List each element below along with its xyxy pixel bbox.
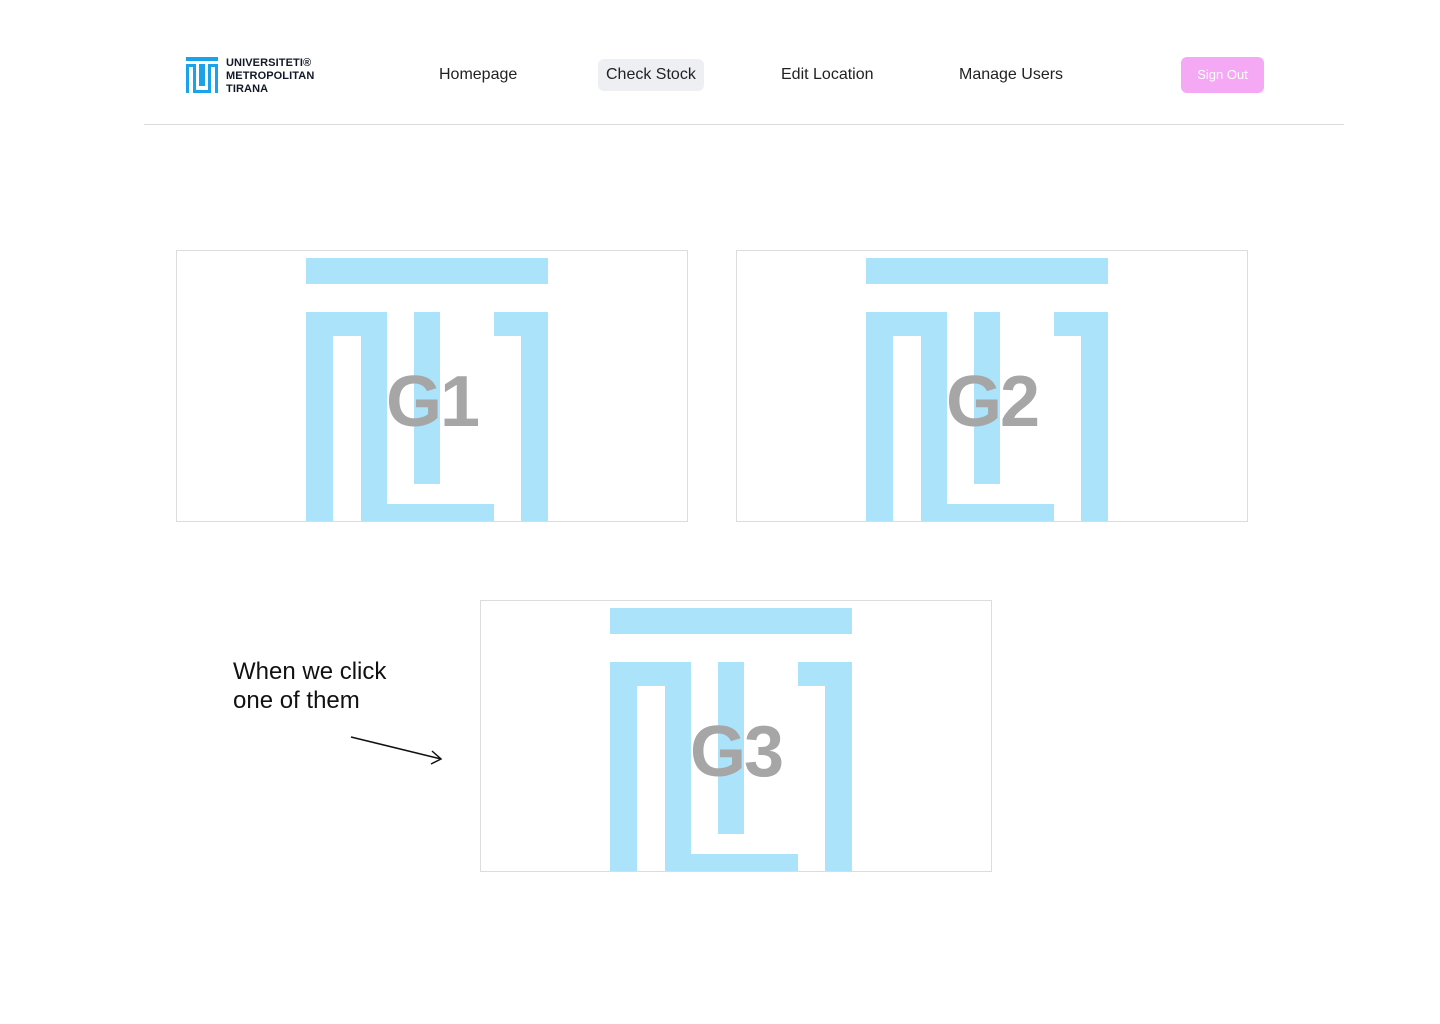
nav-check-stock[interactable]: Check Stock [598,59,704,91]
card-label: G2 [945,362,1040,442]
logo-line-3: TIRANA [226,83,269,95]
university-name: UNIVERSITETI® METROPOLITAN TIRANA [226,57,314,96]
umt-logo-icon [186,57,218,93]
arrow-right-icon [350,736,443,765]
nav-homepage[interactable]: Homepage [431,59,525,91]
card-label: G1 [385,362,480,442]
annotation-note: When we click one of them [233,657,433,715]
nav-manage-users[interactable]: Manage Users [951,59,1071,91]
nav-edit-location[interactable]: Edit Location [773,59,882,91]
annotation-line-2: one of them [233,687,360,714]
university-logo[interactable]: UNIVERSITETI® METROPOLITAN TIRANA [186,57,336,95]
location-card-g2[interactable]: G2 [736,250,1248,522]
annotation-line-1: When we click [233,658,387,685]
logo-line-1: UNIVERSITETI® [226,57,312,69]
card-label: G3 [689,712,784,792]
sign-out-button[interactable]: Sign Out [1181,57,1264,93]
location-card-g1[interactable]: G1 [176,250,688,522]
location-card-g3[interactable]: G3 [480,600,992,872]
logo-line-2: METROPOLITAN [226,70,315,82]
top-navigation-bar: UNIVERSITETI® METROPOLITAN TIRANA Homepa… [144,0,1344,125]
